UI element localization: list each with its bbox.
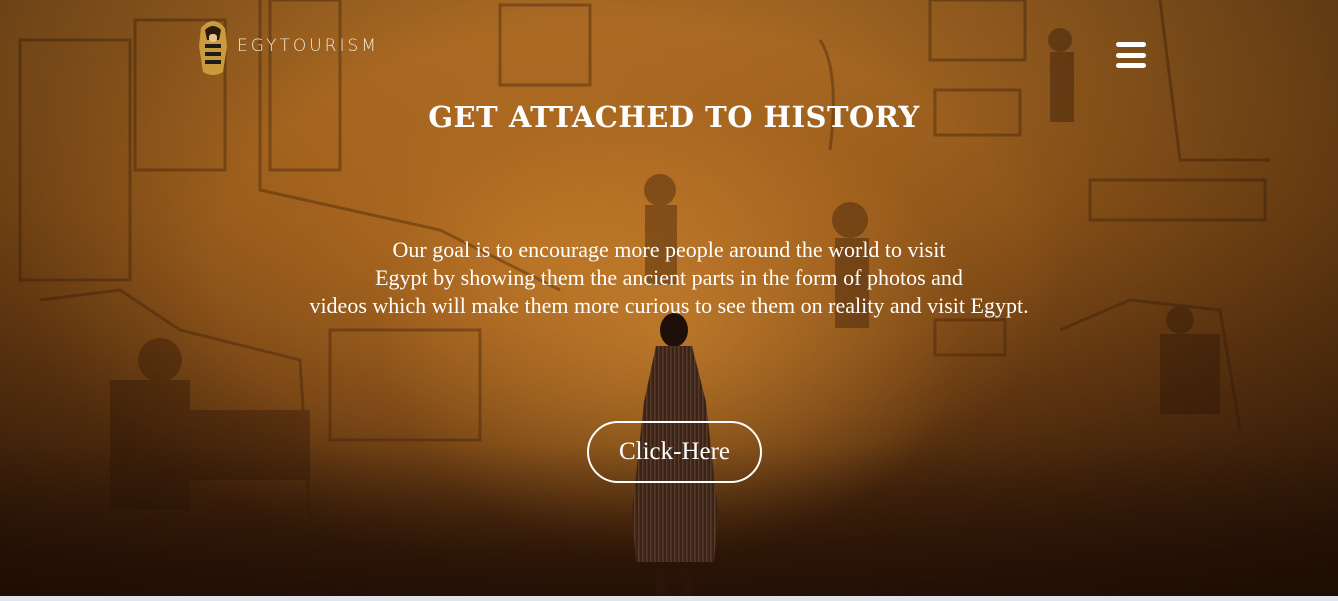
- hero-description: Our goal is to encourage more people aro…: [0, 236, 1338, 320]
- page-bottom-edge: [0, 596, 1338, 601]
- click-here-button[interactable]: Click-Here: [587, 421, 762, 483]
- hero-section: EGYTOURISM GET ATTACHED TO HISTORY Our g…: [0, 0, 1338, 596]
- hero-headline-text: GET ATTACHED TO HISTORY: [428, 100, 920, 134]
- description-line: Our goal is to encourage more people aro…: [392, 237, 946, 262]
- brand-name: EGYTOURISM: [237, 36, 379, 56]
- description-line: Egypt by showing them the ancient parts …: [375, 265, 963, 290]
- hamburger-menu-icon[interactable]: [1116, 42, 1146, 68]
- menu-bar: [1116, 63, 1146, 68]
- hero-headline: GET ATTACHED TO HISTORY: [0, 100, 1338, 134]
- menu-bar: [1116, 52, 1146, 58]
- description-line: videos which will make them more curious…: [309, 293, 1029, 318]
- sarcophagus-icon: [199, 21, 227, 75]
- brand-logo[interactable]: EGYTOURISM: [193, 18, 379, 78]
- menu-bar: [1116, 42, 1146, 47]
